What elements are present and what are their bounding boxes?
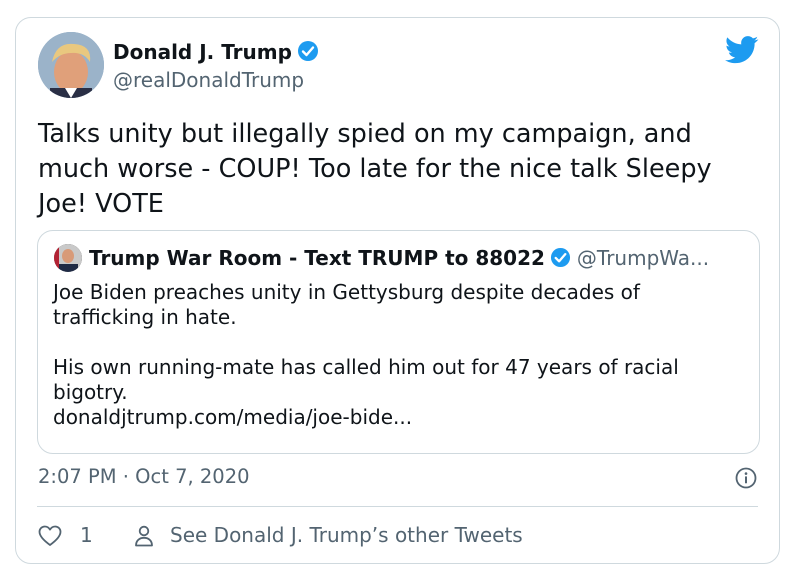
tweet-text-line: much worse - COUP! Too late for the nice… xyxy=(38,154,712,184)
quoted-author-handle[interactable]: @TrumpWa... xyxy=(577,246,709,270)
tweet-text-line: Joe! VOTE xyxy=(38,189,164,219)
info-icon[interactable] xyxy=(735,467,757,489)
tweet-text: Talks unity but illegally spied on my ca… xyxy=(38,117,758,222)
heart-icon[interactable] xyxy=(38,525,62,547)
quoted-text-line: His own running-mate has called him out … xyxy=(53,355,679,379)
person-icon xyxy=(134,525,154,547)
author-avatar[interactable] xyxy=(38,32,104,98)
author-name[interactable]: Donald J. Trump xyxy=(113,40,319,67)
quoted-tweet[interactable]: Trump War Room - Text TRUMP to 88022 @Tru… xyxy=(37,230,760,454)
quoted-header: Trump War Room - Text TRUMP to 88022 @Tru… xyxy=(89,244,709,275)
tweet-text-line: Talks unity but illegally spied on my ca… xyxy=(38,119,692,149)
author-name-text[interactable]: Donald J. Trump xyxy=(113,40,292,64)
quoted-text: Joe Biden preaches unity in Gettysburg d… xyxy=(53,280,743,430)
quoted-text-line: bigotry. xyxy=(53,380,128,404)
divider xyxy=(37,506,758,507)
tweet-timestamp[interactable]: 2:07 PM · Oct 7, 2020 xyxy=(38,465,250,488)
like-count: 1 xyxy=(80,523,93,547)
verified-badge-icon xyxy=(297,40,319,67)
quoted-link[interactable]: donaldjtrump.com/media/joe-bide... xyxy=(53,405,743,430)
see-other-tweets-link[interactable]: See Donald J. Trump’s other Tweets xyxy=(170,523,523,547)
tweet-card[interactable]: Donald J. Trump @realDonaldTrump Talks u… xyxy=(15,17,780,564)
author-handle[interactable]: @realDonaldTrump xyxy=(113,68,304,92)
twitter-bird-icon[interactable] xyxy=(725,36,759,64)
quoted-author-name[interactable]: Trump War Room - Text TRUMP to 88022 xyxy=(89,246,545,270)
verified-badge-icon xyxy=(550,247,571,275)
quoted-text-line: Joe Biden preaches unity in Gettysburg d… xyxy=(53,280,640,304)
quoted-text-line: trafficking in hate. xyxy=(53,305,237,329)
quoted-author-avatar[interactable] xyxy=(54,244,82,272)
